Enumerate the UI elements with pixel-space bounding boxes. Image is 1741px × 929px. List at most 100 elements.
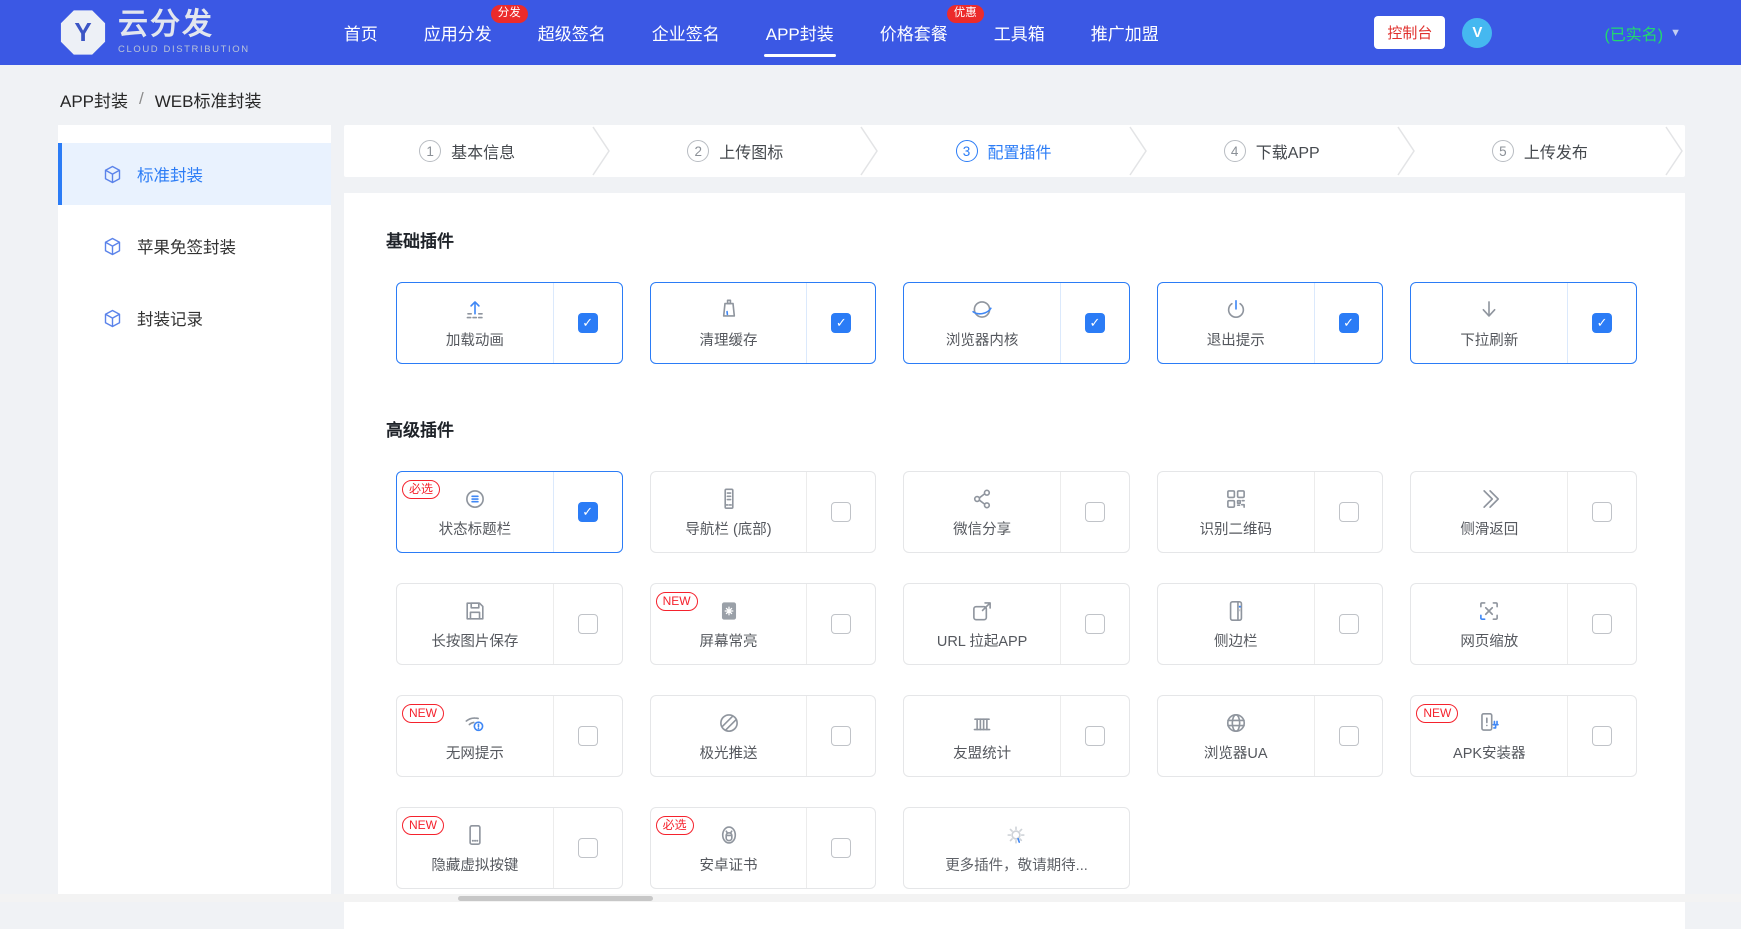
plugin-card-exit-prompt[interactable]: 退出提示 ✓ (1156, 282, 1384, 364)
plugin-checkbox[interactable] (577, 726, 598, 746)
plugin-card-loading-animation[interactable]: 加载动画 ✓ (396, 282, 623, 364)
plugin-checkbox[interactable] (577, 614, 598, 634)
plugin-label: 极光推送 (699, 746, 758, 762)
plugin-card-clear-cache[interactable]: 清理缓存 ✓ (649, 282, 877, 364)
plugin-label: 清理缓存 (699, 333, 758, 349)
plugin-checkbox[interactable] (1338, 726, 1359, 746)
plugin-card-jpush[interactable]: 极光推送 (649, 695, 877, 777)
step-download-app[interactable]: 4 下载APP (1149, 125, 1395, 177)
cube-icon (102, 164, 123, 185)
jpush-icon (716, 709, 742, 737)
exit-prompt-icon (1223, 296, 1249, 324)
cube-icon (102, 308, 123, 329)
step-upload-icon[interactable]: 2 上传图标 (612, 125, 858, 177)
plugin-card-wechat-share[interactable]: 微信分享 (903, 471, 1130, 553)
step-wizard: 1 基本信息 2 上传图标 3 配置插件 4 下载APP 5 上传发布 (344, 125, 1685, 177)
plugin-card-screen-always-on[interactable]: NEW 屏幕常亮 (649, 583, 877, 665)
nav-item-super-sign[interactable]: 超级签名 (538, 0, 606, 65)
plugin-checkbox[interactable] (577, 838, 598, 858)
plugin-card-apk-installer[interactable]: NEW APK安装器 (1410, 695, 1637, 777)
nav-item-promotion[interactable]: 推广加盟 (1091, 0, 1159, 65)
pull-refresh-icon (1476, 296, 1502, 324)
console-button[interactable]: 控制台 (1374, 16, 1446, 49)
plugin-card-pull-refresh[interactable]: 下拉刷新 ✓ (1410, 282, 1637, 364)
plugin-card-browser-ua[interactable]: 浏览器UA (1156, 695, 1384, 777)
nav-item-pricing[interactable]: 价格套餐 优惠 (879, 0, 984, 65)
plugin-card-save-image-longpress[interactable]: 长按图片保存 (396, 583, 623, 665)
plugin-checkbox[interactable] (831, 838, 852, 858)
plugin-checkbox[interactable] (1592, 614, 1613, 634)
nav-item-enterprise-sign[interactable]: 企业签名 (652, 0, 720, 65)
plugin-checkbox[interactable] (1084, 726, 1105, 746)
plugin-label: 更多插件，敬请期待... (945, 858, 1088, 874)
plugin-checkbox[interactable] (831, 502, 852, 522)
sidebar-item-label: 标准封装 (137, 167, 203, 185)
scrollbar-thumb[interactable] (458, 895, 653, 901)
plugin-checkbox[interactable] (1592, 726, 1613, 746)
plugin-label: 侧滑返回 (1460, 522, 1519, 538)
plugin-label: 网页缩放 (1460, 634, 1519, 650)
sidebar-item-packaging-records[interactable]: 封装记录 (58, 287, 331, 349)
nav-item-toolbox[interactable]: 工具箱 (994, 0, 1045, 65)
nav-item-app-packaging[interactable]: APP封装 (763, 0, 836, 65)
plugin-label: 长按图片保存 (431, 634, 519, 650)
screen-always-on-icon (716, 597, 742, 625)
step-upload-publish[interactable]: 5 上传发布 (1417, 125, 1663, 177)
breadcrumb-app-packaging[interactable]: APP封装 (60, 87, 128, 112)
plugin-config-panel: 基础插件 加载动画 ✓ 清理缓存 ✓ 浏览器内核 ✓ 退出提示 ✓ 下拉刷新 ✓… (344, 193, 1685, 929)
plugin-checkbox[interactable]: ✓ (831, 313, 852, 333)
nav-item-label: 价格套餐 (879, 25, 948, 44)
wechat-share-icon (969, 485, 995, 513)
plugin-checkbox[interactable] (1338, 614, 1359, 634)
plugin-card-no-network-tip[interactable]: NEW 无网提示 (396, 695, 623, 777)
step-basic-info[interactable]: 1 基本信息 (344, 125, 590, 177)
plugin-card-sidebar[interactable]: 侧边栏 (1156, 583, 1384, 665)
plugin-card-hide-virtual-keys[interactable]: NEW 隐藏虚拟按键 (396, 807, 623, 889)
plugin-label: 识别二维码 (1199, 522, 1272, 538)
plugin-checkbox[interactable] (831, 726, 852, 746)
plugin-card-status-titlebar[interactable]: 必选 状态标题栏 ✓ (396, 471, 623, 553)
step-separator-chevron-icon (590, 125, 612, 177)
plugin-checkbox[interactable]: ✓ (577, 502, 598, 522)
plugin-checkbox[interactable] (1592, 502, 1613, 522)
plugin-checkbox[interactable]: ✓ (1592, 313, 1613, 333)
avatar[interactable]: V (1462, 17, 1493, 48)
nav-item-home[interactable]: 首页 (344, 0, 378, 65)
plugin-label: 导航栏 (底部) (685, 522, 772, 538)
plugin-checkbox[interactable]: ✓ (1338, 313, 1359, 333)
plugin-checkbox[interactable]: ✓ (577, 313, 598, 333)
plugin-card-url-launch-app[interactable]: URL 拉起APP (903, 583, 1130, 665)
plugin-card-page-zoom[interactable]: 网页缩放 (1410, 583, 1637, 665)
advanced-plugins-grid: 必选 状态标题栏 ✓ 导航栏 (底部) 微信分享 识别二维码 侧滑返回 长按图片… (396, 471, 1637, 889)
nav-item-label: 首页 (343, 25, 378, 44)
nav-badge-pricing: 优惠 (946, 5, 984, 23)
plugin-label: 浏览器UA (1203, 746, 1268, 762)
plugin-checkbox[interactable] (1084, 614, 1105, 634)
page-zoom-icon (1476, 597, 1502, 625)
main-nav: 首页 应用分发 分发 超级签名 企业签名 APP封装 价格套餐 优惠 工具箱 推… (344, 0, 1159, 65)
sidebar-item-standard-packaging[interactable]: 标准封装 (58, 143, 331, 205)
nav-badge-app-distribution: 分发 (490, 5, 528, 23)
step-configure-plugins[interactable]: 3 配置插件 (880, 125, 1126, 177)
plugin-card-qr-scan[interactable]: 识别二维码 (1156, 471, 1384, 553)
nav-item-app-distribution[interactable]: 应用分发 分发 (424, 0, 528, 65)
plugin-checkbox[interactable] (1338, 502, 1359, 522)
step-number: 5 (1491, 140, 1514, 162)
plugin-card-more-plugins[interactable]: 更多插件，敬请期待... (903, 807, 1130, 889)
plugin-card-bottom-navbar[interactable]: 导航栏 (底部) (649, 471, 877, 553)
plugin-checkbox[interactable]: ✓ (1084, 313, 1105, 333)
sidebar-item-label: 苹果免签封装 (137, 239, 236, 257)
plugin-card-browser-core[interactable]: 浏览器内核 ✓ (903, 282, 1130, 364)
browser-ua-icon (1223, 709, 1249, 737)
plugin-checkbox[interactable] (1084, 502, 1105, 522)
plugin-checkbox[interactable] (831, 614, 852, 634)
step-number: 2 (687, 140, 710, 162)
brand-logo[interactable]: Y 云分发 CLOUD DISTRIBUTION (60, 10, 250, 56)
nav-item-label: 推广加盟 (1090, 25, 1159, 44)
breadcrumb-current-page: WEB标准封装 (154, 91, 262, 111)
account-menu[interactable]: (已实名) ▼ (1604, 21, 1681, 45)
plugin-card-umeng-stats[interactable]: 友盟统计 (903, 695, 1130, 777)
plugin-card-swipe-back[interactable]: 侧滑返回 (1410, 471, 1637, 553)
sidebar-item-apple-signfree-packaging[interactable]: 苹果免签封装 (58, 215, 331, 277)
plugin-card-android-cert[interactable]: 必选 安卓证书 (649, 807, 877, 889)
